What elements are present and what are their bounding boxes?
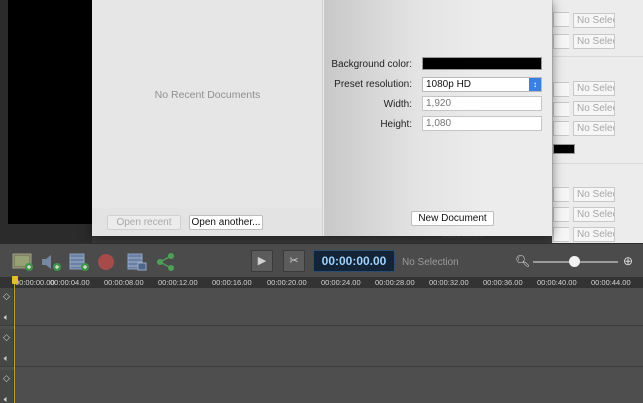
playhead[interactable]	[12, 276, 18, 284]
timecode-display: 00:00:00.00	[313, 250, 395, 272]
main-toolbar: ▶ ✂ 00:00:00.00 No Selection 🔍︎ ⊕	[0, 243, 643, 277]
timeline-tracks[interactable]: ◇ 🔈︎ ◇ 🔈︎ ◇ 🔈︎	[0, 288, 643, 403]
track-header: ◇ 🔈︎	[0, 329, 14, 366]
speaker-icon[interactable]: 🔈︎	[0, 394, 13, 403]
inspector-input-stub	[553, 34, 569, 49]
inspector-input-stub	[553, 187, 569, 202]
ruler-tick: 00:00:36.00	[483, 278, 523, 287]
inspector-field[interactable]: No Selec	[573, 13, 615, 28]
recent-empty-text: No Recent Documents	[154, 89, 261, 101]
app-window: No Selec No Selec No Selec No Selec No S…	[0, 0, 643, 403]
inspector-input-stub	[553, 227, 569, 242]
timeline-track[interactable]: ◇ 🔈︎	[0, 370, 643, 403]
inspector-field[interactable]: No Selec	[573, 81, 615, 96]
keyframe-icon[interactable]: ◇	[0, 373, 13, 384]
inspector-color-well[interactable]	[553, 144, 575, 154]
zoom-slider-knob[interactable]	[569, 256, 580, 267]
ruler-tick: 00:00:28.00	[375, 278, 415, 287]
inspector-field[interactable]: No Selec	[573, 34, 615, 49]
inspector-input-stub	[553, 121, 569, 136]
add-clip-icon[interactable]	[68, 252, 90, 272]
play-button[interactable]: ▶	[251, 250, 273, 272]
preset-resolution-value: 1080p HD	[426, 79, 472, 90]
play-icon: ▶	[257, 255, 267, 267]
width-field[interactable]	[422, 96, 542, 111]
height-label: Height:	[380, 119, 412, 130]
ruler-tick: 00:00:12.00	[158, 278, 198, 287]
inspector-panel: No Selec No Selec No Selec No Selec No S…	[552, 0, 643, 243]
ruler-tick: 00:00:32.00	[429, 278, 469, 287]
zoom-in-icon[interactable]: ⊕	[623, 254, 633, 268]
selection-status: No Selection	[402, 257, 459, 268]
open-recent-button[interactable]: Open recent	[107, 215, 181, 230]
zoom-out-icon[interactable]: 🔍︎	[515, 254, 530, 268]
open-another-button[interactable]: Open another...	[189, 215, 263, 230]
keyframe-icon[interactable]: ◇	[0, 332, 13, 343]
inspector-input-stub	[553, 102, 569, 117]
ruler-tick: 00:00:16.00	[212, 278, 252, 287]
timeline-track[interactable]: ◇ 🔈︎	[0, 288, 643, 326]
background-color-well[interactable]	[422, 57, 542, 70]
preset-resolution-select[interactable]: 1080p HD ↕	[422, 77, 542, 92]
width-label: Width:	[383, 99, 412, 110]
timeline-track[interactable]: ◇ 🔈︎	[0, 329, 643, 367]
recent-documents-list[interactable]: No Recent Documents	[92, 0, 323, 208]
inspector-input-stub	[553, 82, 569, 97]
ruler-tick: 00:00:04.00	[50, 278, 90, 287]
export-icon[interactable]	[126, 252, 148, 272]
new-document-button[interactable]: New Document	[411, 211, 494, 226]
chevron-updown-icon: ↕	[529, 78, 541, 91]
ruler-tick: 00:00:08.00	[104, 278, 144, 287]
ruler-tick: 00:00:00.00	[15, 278, 55, 287]
height-field[interactable]	[422, 116, 542, 131]
inspector-input-stub	[553, 12, 569, 27]
inspector-field[interactable]: No Selec	[573, 101, 615, 116]
keyframe-icon[interactable]: ◇	[0, 291, 13, 302]
share-icon[interactable]	[155, 252, 177, 272]
record-icon[interactable]	[96, 252, 118, 272]
inspector-field[interactable]: No Selec	[573, 207, 615, 222]
inspector-field[interactable]: No Selec	[573, 187, 615, 202]
recent-footer: Open recent Open another...	[92, 208, 323, 236]
split-button[interactable]: ✂	[283, 250, 305, 272]
background-color-label: Background color:	[331, 59, 412, 70]
ruler-tick: 00:00:24.00	[321, 278, 361, 287]
speaker-icon[interactable]: 🔈︎	[0, 312, 13, 323]
ruler-tick: 00:00:44.00	[591, 278, 631, 287]
new-document-dialog: No Recent Documents Open recent Open ano…	[92, 0, 552, 236]
track-header: ◇ 🔈︎	[0, 370, 14, 403]
inspector-field[interactable]: No Selec	[573, 121, 615, 136]
add-media-icon[interactable]	[12, 252, 34, 272]
playhead-line	[14, 284, 15, 403]
inspector-divider	[553, 56, 643, 57]
inspector-input-stub	[553, 207, 569, 222]
inspector-field[interactable]: No Selec	[573, 227, 615, 242]
ruler-tick: 00:00:40.00	[537, 278, 577, 287]
timeline-ruler[interactable]: 00:00:00.00 00:00:04.00 00:00:08.00 00:0…	[0, 277, 643, 288]
ruler-tick: 00:00:20.00	[267, 278, 307, 287]
add-audio-icon[interactable]	[40, 252, 62, 272]
preset-resolution-label: Preset resolution:	[334, 79, 412, 90]
scissors-icon: ✂	[289, 255, 299, 267]
speaker-icon[interactable]: 🔈︎	[0, 353, 13, 364]
video-preview	[8, 0, 92, 224]
inspector-divider	[553, 163, 643, 164]
track-header: ◇ 🔈︎	[0, 288, 14, 325]
